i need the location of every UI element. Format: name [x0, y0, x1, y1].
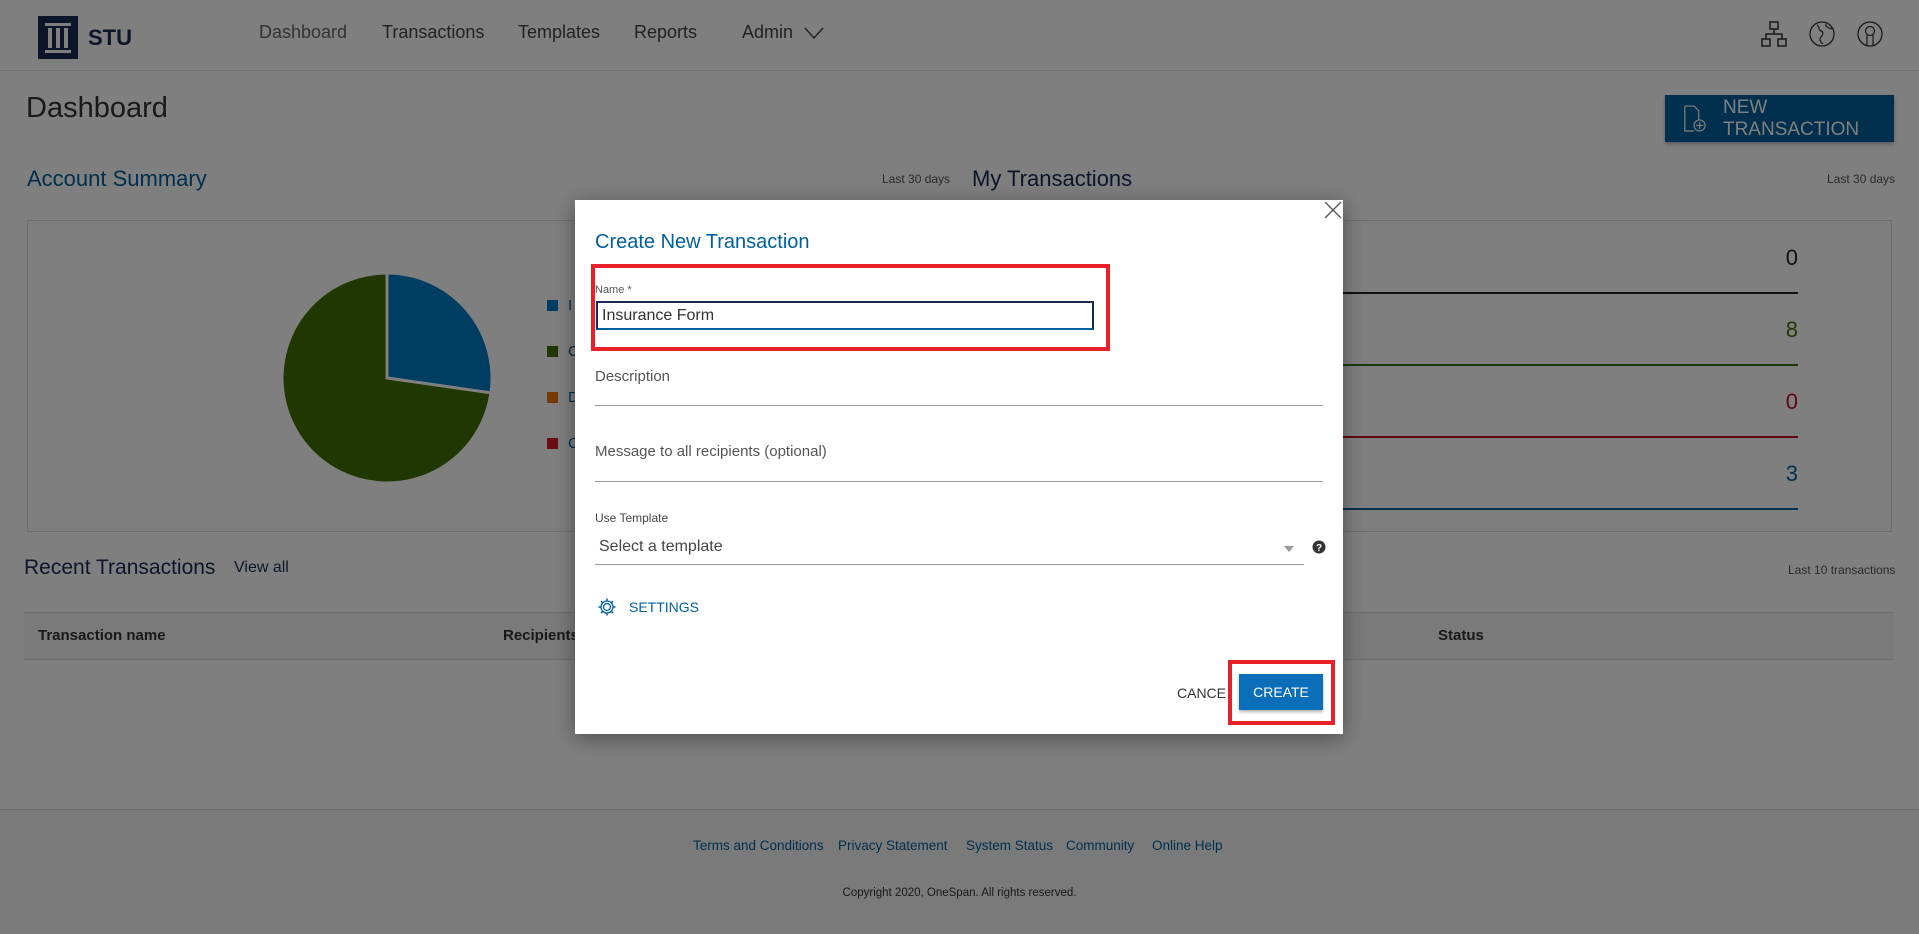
message-field[interactable]: Message to all recipients (optional)	[595, 443, 827, 460]
template-label: Use Template	[595, 511, 669, 525]
create-transaction-dialog: Create New Transaction Name * Descriptio…	[575, 200, 1343, 734]
template-select-value: Select a template	[599, 538, 723, 555]
settings-toggle[interactable]: SETTINGS	[597, 597, 699, 617]
svg-text:?: ?	[1316, 543, 1322, 554]
help-icon[interactable]: ?	[1312, 540, 1326, 554]
description-underline	[595, 405, 1323, 406]
template-select[interactable]: Select a template	[595, 532, 1304, 565]
close-icon[interactable]	[1324, 201, 1342, 219]
name-label: Name *	[595, 284, 632, 296]
dialog-title: Create New Transaction	[595, 231, 810, 253]
name-input[interactable]	[596, 301, 1094, 330]
gear-icon	[598, 598, 616, 616]
settings-label: SETTINGS	[629, 599, 700, 615]
create-button[interactable]: CREATE	[1239, 674, 1323, 710]
dropdown-caret-icon	[1284, 546, 1294, 552]
message-underline	[595, 481, 1323, 482]
cancel-button[interactable]: CANCEL	[1177, 685, 1227, 701]
description-field[interactable]: Description	[595, 368, 670, 385]
